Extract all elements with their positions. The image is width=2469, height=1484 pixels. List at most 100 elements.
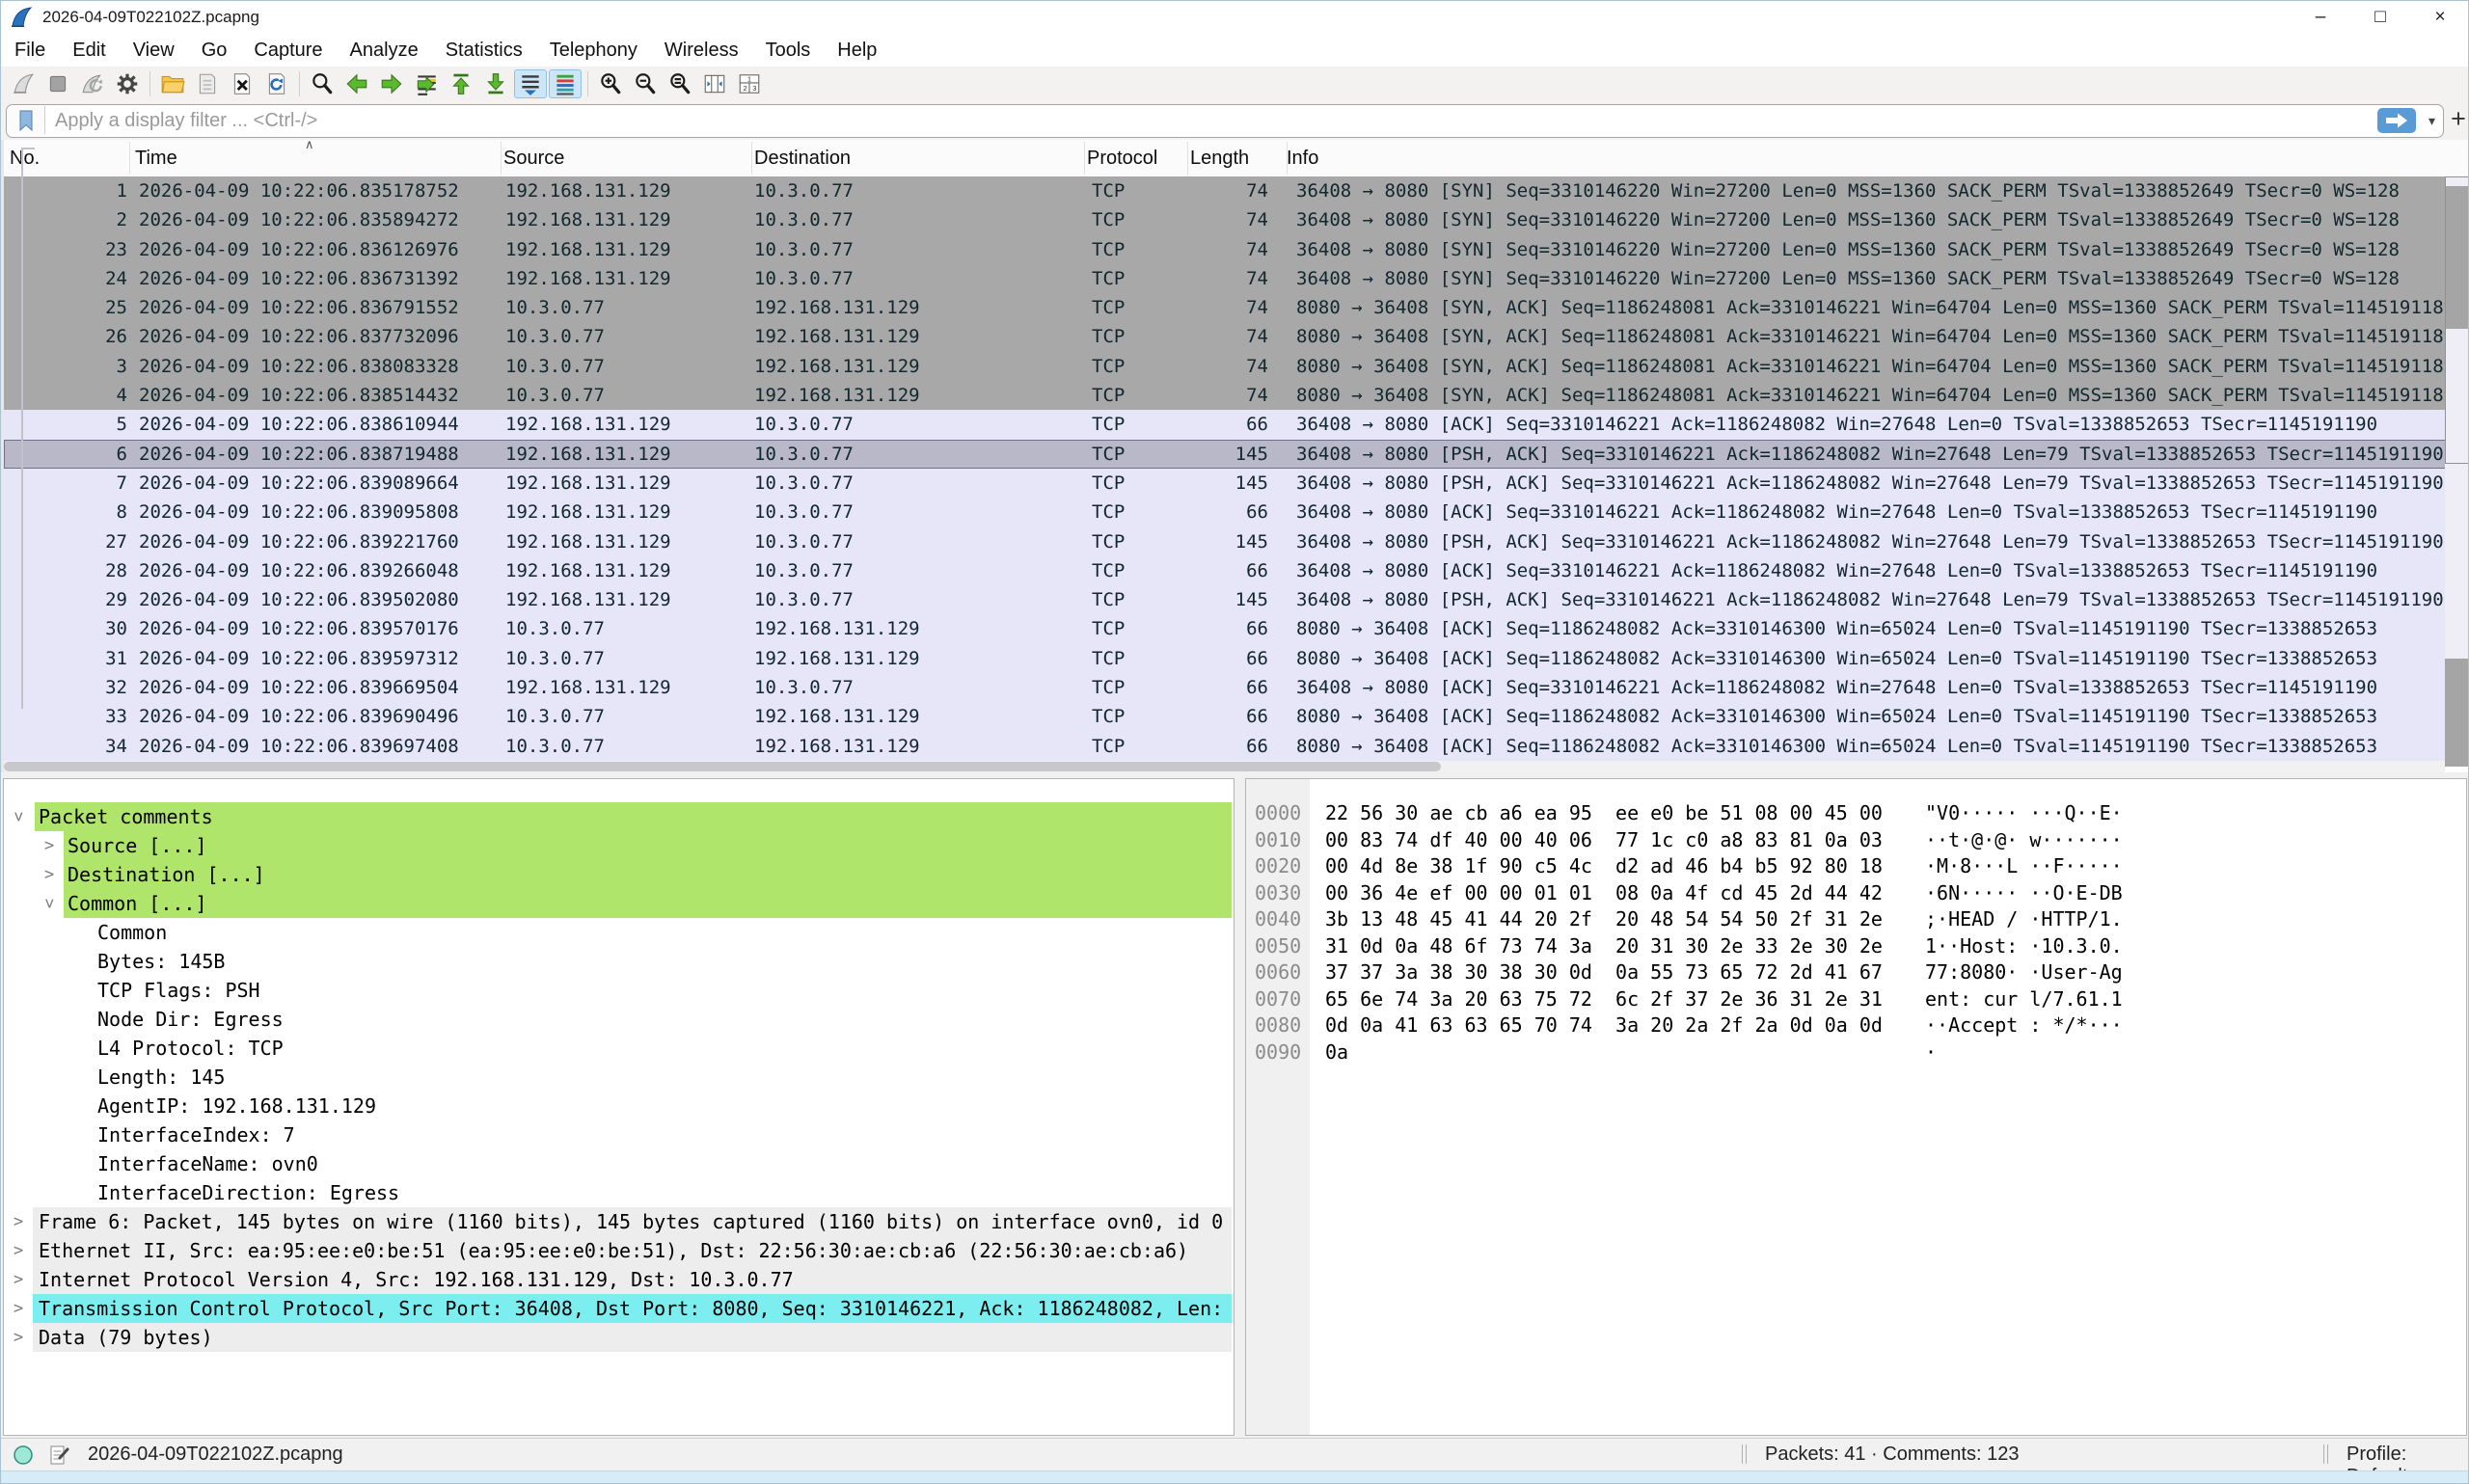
- packet-row[interactable]: 62026-04-09 10:22:06.838719488192.168.13…: [4, 440, 2469, 469]
- display-filter-input[interactable]: [53, 106, 2333, 136]
- detail-row[interactable]: AgentIP: 192.168.131.129: [4, 1092, 1234, 1120]
- packet-list-vertical-scrollbar[interactable]: [2445, 176, 2469, 761]
- packet-row[interactable]: 312026-04-09 10:22:06.83959731210.3.0.77…: [4, 644, 2469, 673]
- packet-row[interactable]: 282026-04-09 10:22:06.839266048192.168.1…: [4, 556, 2469, 585]
- packet-row[interactable]: 12026-04-09 10:22:06.835178752192.168.13…: [4, 176, 2469, 205]
- filter-bookmark-button[interactable]: [8, 106, 45, 134]
- packet-row[interactable]: 72026-04-09 10:22:06.839089664192.168.13…: [4, 469, 2469, 498]
- maximize-button[interactable]: □: [2350, 1, 2410, 34]
- go-first-button[interactable]: [445, 69, 477, 98]
- hex-line[interactable]: 005031 0d 0a 48 6f 73 74 3a 20 31 30 2e …: [1246, 933, 2466, 960]
- packet-row[interactable]: 22026-04-09 10:22:06.835894272192.168.13…: [4, 205, 2469, 234]
- expander-open-icon[interactable]: >: [35, 899, 64, 908]
- expander-closed-icon[interactable]: >: [44, 831, 54, 860]
- menu-item-go[interactable]: Go: [188, 34, 241, 67]
- expander-closed-icon[interactable]: >: [44, 860, 54, 889]
- hex-line[interactable]: 007065 6e 74 3a 20 63 75 72 6c 2f 37 2e …: [1246, 986, 2466, 1013]
- scrollbar-thumb[interactable]: [4, 762, 1441, 771]
- detail-row[interactable]: InterfaceIndex: 7: [4, 1120, 1234, 1149]
- capture-options-button[interactable]: [111, 69, 144, 98]
- hex-line[interactable]: 006037 37 3a 38 30 38 30 0d 0a 55 73 65 …: [1246, 959, 2466, 986]
- expander-closed-icon[interactable]: >: [14, 1294, 23, 1323]
- detail-row[interactable]: L4 Protocol: TCP: [4, 1034, 1234, 1063]
- minimize-button[interactable]: –: [2291, 1, 2350, 34]
- menu-item-statistics[interactable]: Statistics: [432, 34, 536, 67]
- packet-row[interactable]: 342026-04-09 10:22:06.83969740810.3.0.77…: [4, 732, 2469, 761]
- hex-line[interactable]: 00900a·: [1246, 1039, 2466, 1066]
- menu-item-file[interactable]: File: [1, 34, 59, 67]
- column-separator[interactable]: [1084, 142, 1085, 175]
- hex-line[interactable]: 003000 36 4e ef 00 00 01 01 08 0a 4f cd …: [1246, 880, 2466, 907]
- menu-item-telephony[interactable]: Telephony: [536, 34, 651, 67]
- go-to-packet-button[interactable]: [410, 69, 443, 98]
- file-open-button[interactable]: [156, 69, 189, 98]
- scrollbar-thumb[interactable]: [2445, 176, 2469, 464]
- zoom-out-button[interactable]: [629, 69, 662, 98]
- capture-start-button[interactable]: [7, 69, 40, 98]
- detail-row[interactable]: InterfaceName: ovn0: [4, 1149, 1234, 1178]
- packet-row[interactable]: 262026-04-09 10:22:06.83773209610.3.0.77…: [4, 322, 2469, 351]
- detail-row[interactable]: >Internet Protocol Version 4, Src: 192.1…: [4, 1265, 1234, 1294]
- expert-info-icon[interactable]: [13, 1444, 34, 1466]
- column-header-destination[interactable]: Destination: [754, 148, 851, 170]
- detail-row[interactable]: Common: [4, 918, 1234, 947]
- detail-row[interactable]: >Destination [...]: [4, 860, 1234, 889]
- packet-row[interactable]: 252026-04-09 10:22:06.83679155210.3.0.77…: [4, 293, 2469, 322]
- auto-scroll-toggle[interactable]: [514, 69, 547, 98]
- capture-comment-icon[interactable]: [47, 1444, 70, 1467]
- packet-row[interactable]: 242026-04-09 10:22:06.836731392192.168.1…: [4, 264, 2469, 293]
- menu-item-capture[interactable]: Capture: [240, 34, 336, 67]
- packet-row[interactable]: 302026-04-09 10:22:06.83957017610.3.0.77…: [4, 614, 2469, 643]
- apply-filter-button[interactable]: [2377, 108, 2416, 133]
- detail-row[interactable]: >Ethernet II, Src: ea:95:ee:e0:be:51 (ea…: [4, 1236, 1234, 1265]
- file-reload-button[interactable]: [260, 69, 293, 98]
- go-back-button[interactable]: [340, 69, 373, 98]
- menu-item-tools[interactable]: Tools: [752, 34, 825, 67]
- detail-row[interactable]: InterfaceDirection: Egress: [4, 1178, 1234, 1207]
- packet-row[interactable]: 82026-04-09 10:22:06.839095808192.168.13…: [4, 498, 2469, 526]
- column-separator[interactable]: [501, 142, 502, 175]
- add-filter-button[interactable]: +: [2449, 103, 2468, 135]
- close-button[interactable]: ×: [2410, 1, 2469, 34]
- column-separator[interactable]: [1287, 142, 1288, 175]
- column-header-info[interactable]: Info: [1287, 148, 1318, 170]
- detail-row[interactable]: >Frame 6: Packet, 145 bytes on wire (116…: [4, 1207, 1234, 1236]
- capture-stop-button[interactable]: [41, 69, 74, 98]
- hex-line[interactable]: 001000 83 74 df 40 00 40 06 77 1c c0 a8 …: [1246, 827, 2466, 854]
- show-columns-button[interactable]: 123: [733, 69, 766, 98]
- hex-line[interactable]: 00403b 13 48 45 41 44 20 2f 20 48 54 54 …: [1246, 906, 2466, 933]
- detail-row[interactable]: >Source [...]: [4, 831, 1234, 860]
- detail-row[interactable]: >Transmission Control Protocol, Src Port…: [4, 1294, 1234, 1323]
- packet-row[interactable]: 32026-04-09 10:22:06.83808332810.3.0.771…: [4, 352, 2469, 381]
- column-separator[interactable]: [751, 142, 752, 175]
- expander-open-icon[interactable]: >: [4, 812, 33, 822]
- filter-dropdown-chevron[interactable]: ▾: [2428, 113, 2435, 129]
- zoom-in-button[interactable]: [594, 69, 627, 98]
- detail-row[interactable]: >Packet comments: [4, 802, 1234, 831]
- packet-row[interactable]: 232026-04-09 10:22:06.836126976192.168.1…: [4, 235, 2469, 264]
- find-packet-button[interactable]: [306, 69, 339, 98]
- packet-row[interactable]: 42026-04-09 10:22:06.83851443210.3.0.771…: [4, 381, 2469, 410]
- zoom-reset-button[interactable]: [664, 69, 696, 98]
- packet-row[interactable]: 322026-04-09 10:22:06.839669504192.168.1…: [4, 673, 2469, 702]
- packet-row[interactable]: 52026-04-09 10:22:06.838610944192.168.13…: [4, 410, 2469, 439]
- colorize-toggle[interactable]: [549, 69, 582, 98]
- expander-closed-icon[interactable]: >: [14, 1323, 23, 1352]
- go-forward-button[interactable]: [375, 69, 408, 98]
- menu-item-analyze[interactable]: Analyze: [337, 34, 432, 67]
- capture-restart-button[interactable]: [76, 69, 109, 98]
- expander-closed-icon[interactable]: >: [14, 1207, 23, 1236]
- column-separator[interactable]: [1187, 142, 1188, 175]
- file-save-button[interactable]: [191, 69, 224, 98]
- file-close-button[interactable]: [226, 69, 258, 98]
- go-last-button[interactable]: [479, 69, 512, 98]
- packet-row[interactable]: 332026-04-09 10:22:06.83969049610.3.0.77…: [4, 702, 2469, 731]
- column-header-length[interactable]: Length: [1190, 148, 1249, 170]
- column-header-no[interactable]: No.: [10, 148, 40, 170]
- packet-row[interactable]: 292026-04-09 10:22:06.839502080192.168.1…: [4, 585, 2469, 614]
- detail-row[interactable]: TCP Flags: PSH: [4, 976, 1234, 1005]
- menu-item-view[interactable]: View: [120, 34, 188, 67]
- detail-row[interactable]: >Data (79 bytes): [4, 1323, 1234, 1352]
- detail-row[interactable]: >Common [...]: [4, 889, 1234, 918]
- menu-item-wireless[interactable]: Wireless: [651, 34, 752, 67]
